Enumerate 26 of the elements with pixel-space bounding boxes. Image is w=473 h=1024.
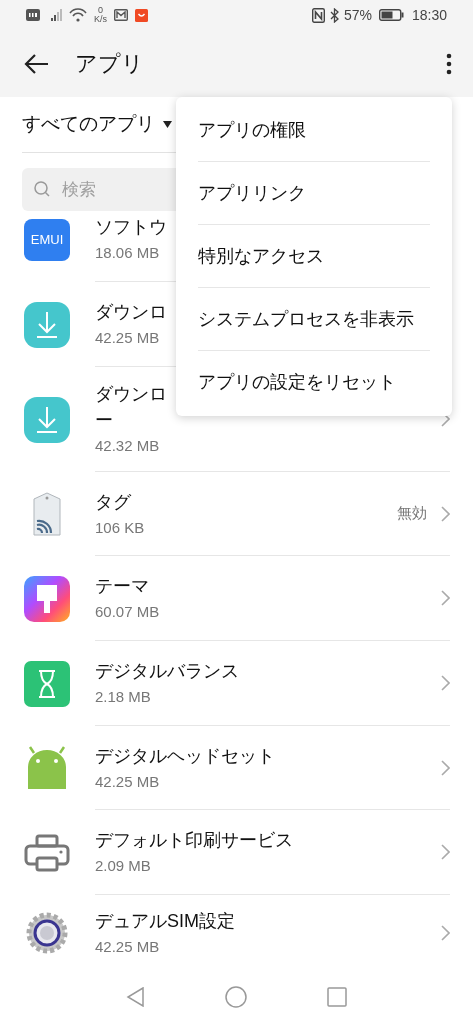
app-size: 42.25 MB: [95, 328, 160, 348]
app-name: デュアルSIM設定: [95, 909, 235, 933]
app-size: 42.32 MB: [95, 436, 160, 456]
speed-value: 0: [98, 6, 103, 15]
battery-percent: 57%: [343, 5, 372, 25]
app-status: 無効: [397, 503, 427, 524]
app-name: デフォルト印刷サービス: [95, 829, 293, 852]
clock-time: 18:30: [411, 5, 447, 25]
app-size: 60.07 MB: [95, 602, 160, 622]
app-size: 2.09 MB: [95, 856, 151, 876]
app-name: デジタルバランス: [95, 660, 239, 683]
screen-title: アプリ: [75, 50, 144, 78]
app-name: タグ: [95, 490, 131, 514]
app-size: 18.06 MB: [95, 243, 160, 263]
app-size: 42.25 MB: [95, 936, 160, 957]
speed-unit: K/s: [94, 15, 107, 24]
app-name: テーマ: [95, 575, 149, 598]
app-name: ダウンロ: [95, 383, 167, 406]
app-name: ソフトウ: [95, 216, 167, 239]
app-size: 2.18 MB: [95, 687, 151, 707]
app-size: 42.25 MB: [95, 771, 160, 792]
logo-text: EMUI: [30, 230, 64, 249]
app-name: ー: [95, 409, 113, 432]
app-size: 106 KB: [95, 517, 145, 538]
app-name: デジタルヘッドセット: [95, 744, 275, 768]
app-name: ダウンロ: [95, 301, 167, 324]
